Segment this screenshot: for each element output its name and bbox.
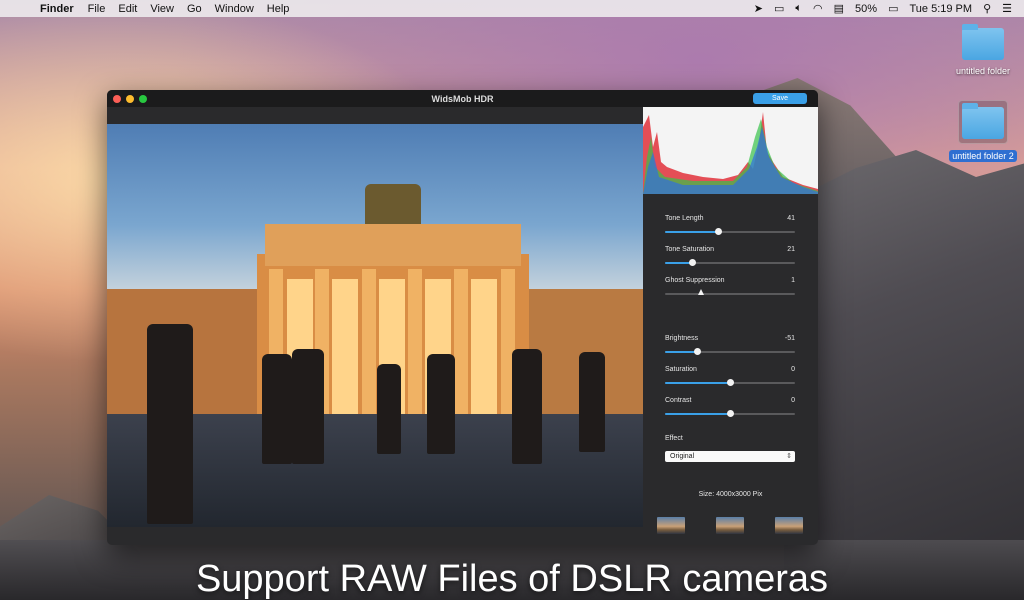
slider-label: Contrast: [665, 397, 692, 404]
slider-track[interactable]: [665, 289, 795, 295]
menu-view[interactable]: View: [150, 3, 174, 15]
window-title: WidsMob HDR: [431, 93, 494, 104]
chevron-updown-icon: ⇕: [786, 453, 792, 460]
folder-label: untitled folder: [955, 66, 1011, 76]
slider-handle[interactable]: [726, 410, 734, 417]
photo-pillar: [454, 269, 468, 434]
clock[interactable]: Tue 5:19 PM: [909, 3, 972, 15]
photo-preview: [107, 124, 643, 527]
effect-select[interactable]: Original ⇕: [665, 451, 795, 462]
slider-fill: [665, 382, 730, 384]
slider-handle[interactable]: [688, 259, 696, 266]
notification-center-icon[interactable]: ☰: [1002, 2, 1012, 15]
folder-icon: [962, 103, 1004, 139]
photo-gate-opening: [471, 279, 497, 429]
photo-person: [512, 349, 542, 464]
slider-track[interactable]: [665, 259, 795, 266]
battery-icon[interactable]: ▭: [888, 2, 898, 15]
effect-select-value: Original: [670, 453, 695, 460]
photo-pillar: [362, 269, 376, 434]
spotlight-search-icon[interactable]: ⚲: [983, 2, 991, 15]
status-area: ➤ ▭ 🔈︎ ◠ ▤ 50% ▭ Tue 5:19 PM ⚲ ☰: [754, 2, 1024, 15]
slider-fill: [665, 413, 730, 415]
menu-help[interactable]: Help: [267, 3, 290, 15]
histogram: [643, 107, 818, 194]
folder-label: untitled folder 2: [949, 150, 1017, 162]
preview-thumbnail[interactable]: [716, 517, 744, 534]
preview-thumbnail[interactable]: [775, 517, 803, 534]
slider-value: -51: [784, 335, 795, 342]
screen-mirroring-icon[interactable]: ▭: [774, 2, 784, 15]
desktop-folder-selected[interactable]: untitled folder 2: [942, 100, 1024, 164]
preview-thumbnail[interactable]: [657, 517, 685, 534]
photo-gate-opening: [332, 279, 358, 429]
menu-bar: Finder File Edit View Go Window Help ➤ ▭…: [0, 0, 1024, 17]
slider-fill: [665, 351, 698, 353]
photo-gate-top: [265, 224, 521, 266]
slider-label: Tone Length: [665, 215, 704, 222]
slider-label: Brightness: [665, 335, 699, 342]
menu-window[interactable]: Window: [215, 3, 254, 15]
photo-person: [147, 324, 193, 524]
slider-value: 41: [787, 215, 795, 222]
menu-go[interactable]: Go: [187, 3, 202, 15]
slider-track[interactable]: [665, 348, 795, 355]
photo-person: [427, 354, 455, 454]
mountain-cliff: [784, 150, 1024, 600]
volume-icon[interactable]: 🔈︎: [795, 2, 802, 15]
effect-label: Effect: [665, 435, 683, 442]
slider-track[interactable]: [665, 379, 795, 386]
slider-handle[interactable]: [726, 379, 734, 386]
menu-edit[interactable]: Edit: [118, 3, 137, 15]
folder-icon: [962, 24, 1004, 60]
slider-handle[interactable]: [714, 228, 722, 235]
photo-quadriga: [365, 184, 421, 224]
slider-label: Ghost Suppression: [665, 277, 725, 284]
slider-track[interactable]: [665, 410, 795, 417]
slider-value: 0: [791, 397, 795, 404]
flag-icon[interactable]: ▤: [834, 2, 844, 15]
slider-label: Saturation: [665, 366, 697, 373]
image-size: Size: 4000x3000 Pix: [698, 491, 763, 498]
title-bar[interactable]: WidsMob HDR Save: [107, 90, 818, 107]
slider-label: Tone Saturation: [665, 246, 715, 253]
slider-track[interactable]: [665, 228, 795, 235]
photo-pillar: [408, 269, 422, 434]
slider-handle[interactable]: [694, 348, 701, 355]
app-window: WidsMob HDR Save Effect Original ⇕ Size:…: [107, 90, 818, 545]
wifi-icon[interactable]: ◠: [813, 2, 823, 15]
photo-person: [292, 349, 324, 464]
battery-percent: 50%: [855, 2, 878, 15]
desktop-folder[interactable]: untitled folder: [942, 24, 1024, 76]
photo-person: [579, 352, 605, 452]
location-arrow-icon[interactable]: ➤: [754, 2, 763, 15]
slider-value: 21: [787, 246, 795, 253]
histogram-graph: [643, 112, 818, 194]
slider-value: 1: [791, 277, 795, 284]
photo-person: [377, 364, 401, 454]
menu-app-name[interactable]: Finder: [40, 3, 74, 15]
slider-fill: [665, 231, 719, 233]
menu-file[interactable]: File: [88, 3, 106, 15]
save-button[interactable]: Save: [753, 93, 807, 104]
slider-handle[interactable]: [698, 289, 705, 295]
slider-value: 0: [791, 366, 795, 373]
promo-caption: Support RAW Files of DSLR cameras: [195, 558, 829, 600]
photo-person: [262, 354, 292, 464]
